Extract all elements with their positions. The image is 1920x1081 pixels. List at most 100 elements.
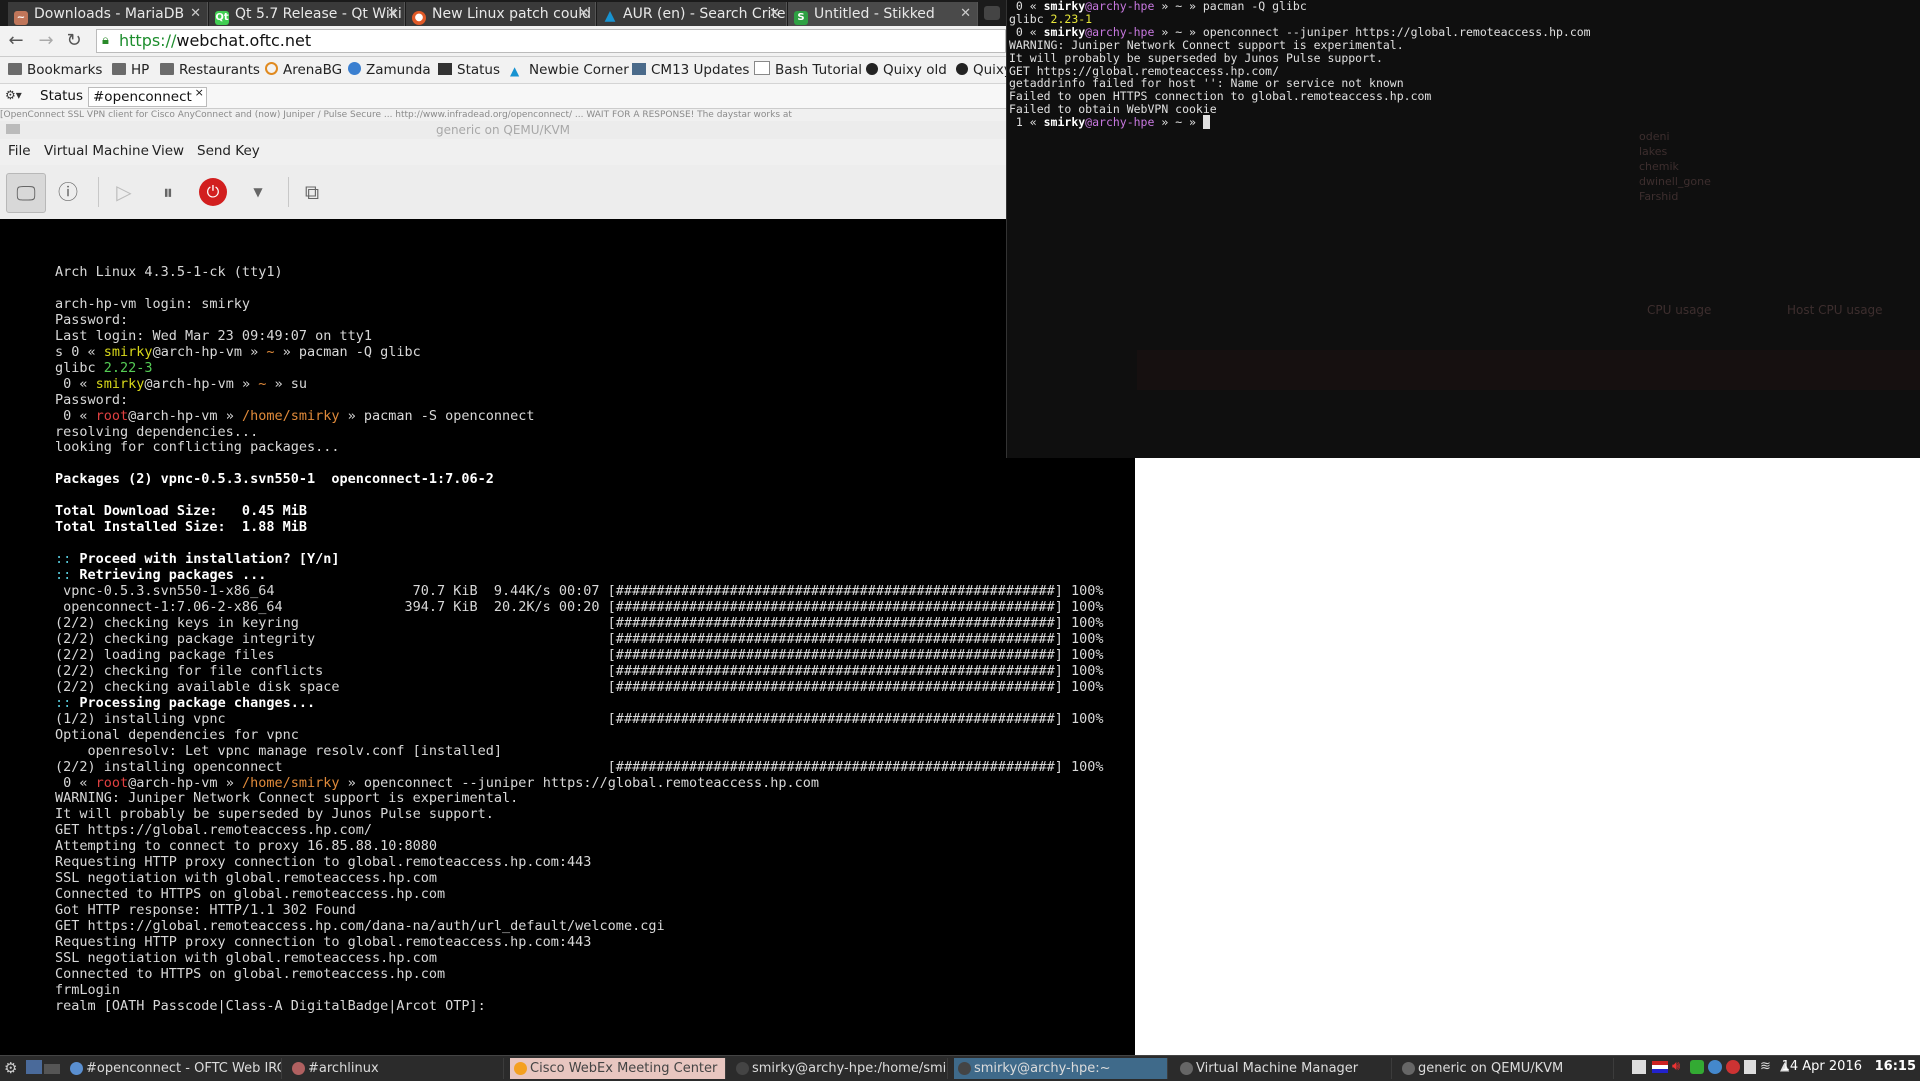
pause-icon: ⏸︎ (163, 180, 173, 204)
arch-icon: ▲ (510, 64, 520, 78)
power-icon: ⏻ (206, 182, 220, 201)
address-bar[interactable]: 🔒︎ https://webchat.oftc.net (96, 29, 1006, 53)
taskbar-item[interactable]: smirky@archy-hpe:~ (954, 1058, 1168, 1079)
shutdown-button[interactable]: ⏻ (199, 178, 227, 206)
vm-window-title: generic on QEMU/KVM (0, 121, 1006, 139)
menu-view[interactable]: View (152, 143, 184, 159)
irc-menu-icon[interactable]: ⚙▾ (5, 88, 31, 104)
toolbar-separator (288, 177, 289, 207)
folder-icon (8, 63, 22, 75)
browser-tab-stikked[interactable]: S Untitled - Stikked ✕ (788, 2, 978, 26)
battery-icon[interactable] (1744, 1060, 1756, 1074)
arch-icon: ▲ (604, 8, 616, 24)
taskbar-item[interactable]: #openconnect - OFTC Web IRC (66, 1058, 282, 1079)
close-tab-icon[interactable]: ✕ (960, 2, 971, 26)
clipboard-icon[interactable] (1632, 1060, 1646, 1074)
mariadb-icon: ~ (14, 11, 28, 25)
close-tab-icon[interactable]: ✕ (769, 2, 780, 26)
fullscreen-button[interactable]: ⧉ (296, 176, 328, 208)
bookmark-quixy[interactable]: Quixy (956, 61, 1006, 79)
ghost-text: odeni (1639, 130, 1670, 143)
workspace-icon[interactable] (44, 1064, 60, 1074)
folder-icon (112, 63, 126, 75)
taskbar-item[interactable]: Virtual Machine Manager (1176, 1058, 1392, 1079)
bookmark-folder-hp[interactable]: HP (112, 61, 149, 79)
desktop-icon[interactable] (26, 1060, 42, 1074)
vm-toolbar: 🖵︎ ⓘ ▷ ⏸︎ ⏻ ▼ ⧉ (0, 165, 1006, 220)
irc-tab-openconnect[interactable]: #openconnect × (88, 84, 207, 107)
browser-tab-linux-patch[interactable]: ● New Linux patch could ✕ (406, 2, 596, 26)
bookmark-newbie-corner[interactable]: ▲ Newbie Corner (510, 61, 629, 79)
page-icon (754, 61, 770, 75)
app-icon (958, 1062, 971, 1075)
console-view-button[interactable]: 🖵︎ (6, 173, 46, 213)
forward-button[interactable]: → (36, 31, 56, 51)
wifi-icon[interactable]: ≋ (1760, 1059, 1771, 1074)
close-tab-icon[interactable]: ✕ (387, 2, 398, 26)
browser-tab-mariadb[interactable]: ~ Downloads - MariaDB ✕ (8, 2, 208, 26)
ghost-text: Host CPU usage (1787, 303, 1883, 317)
cm-icon (632, 63, 646, 75)
keyboard-layout-icon[interactable] (1652, 1061, 1668, 1073)
menu-file[interactable]: File (8, 143, 31, 159)
taskbar-item[interactable]: smirky@archy-hpe:/home/smirky (732, 1058, 948, 1079)
bookmark-quixy-old[interactable]: Quixy old (866, 61, 947, 79)
run-button[interactable]: ▷ (108, 176, 140, 208)
bookmark-status[interactable]: Status (438, 61, 500, 79)
browser-tab-qt[interactable]: Qt Qt 5.7 Release - Qt Wiki ✕ (209, 2, 405, 26)
zamunda-icon (348, 62, 361, 75)
new-tab-button[interactable] (984, 6, 1000, 20)
chevron-down-icon: ▼ (253, 185, 263, 199)
monitor-icon: 🖵︎ (16, 181, 36, 205)
network-icon[interactable] (1708, 1060, 1722, 1074)
browser-nav-bar: ← → ↻ 🔒︎ https://webchat.oftc.net (0, 26, 1006, 57)
app-icon (70, 1062, 83, 1075)
taskbar: ⚙ #openconnect - OFTC Web IRC #archlinux C… (0, 1055, 1920, 1081)
close-tab-icon[interactable]: ✕ (190, 2, 201, 26)
status-icon[interactable] (1726, 1060, 1740, 1074)
back-button[interactable]: ← (6, 31, 26, 51)
quixy-icon (956, 63, 968, 75)
ghost-text: lakes (1639, 145, 1668, 158)
app-icon (736, 1062, 749, 1075)
app-icon (1402, 1062, 1415, 1075)
close-tab-icon[interactable]: ✕ (578, 2, 589, 26)
volume-icon[interactable]: 🔊︎ (1672, 1059, 1680, 1074)
menu-virtual-machine[interactable]: Virtual Machine (44, 143, 149, 159)
bookmark-arenabg[interactable]: ArenaBG (265, 61, 342, 79)
shutdown-menu-button[interactable]: ▼ (242, 176, 274, 208)
taskbar-date[interactable]: 14 Apr 2016 (1782, 1059, 1862, 1074)
app-menu-icon[interactable]: ⚙ (4, 1059, 20, 1077)
chat-icon[interactable] (1690, 1060, 1704, 1074)
menu-send-key[interactable]: Send Key (197, 143, 260, 159)
taskbar-item-label: smirky@archy-hpe:/home/smirky (752, 1061, 948, 1076)
quixy-icon (866, 63, 878, 75)
app-icon (1180, 1062, 1193, 1075)
news-icon: ● (412, 11, 426, 25)
vm-console[interactable]: Arch Linux 4.3.5-1-ck (tty1) arch-hp-vm … (0, 219, 1135, 1055)
bookmark-cm13-updates[interactable]: CM13 Updates (632, 61, 749, 79)
details-view-button[interactable]: ⓘ (52, 176, 84, 208)
pause-button[interactable]: ⏸︎ (152, 176, 184, 208)
reload-button[interactable]: ↻ (64, 31, 84, 51)
bookmark-folder-restaurants[interactable]: Restaurants (160, 61, 260, 79)
taskbar-item-label: #archlinux (308, 1061, 379, 1076)
arrow-left-icon: ← (8, 30, 24, 51)
qt-icon: Qt (215, 11, 229, 25)
taskbar-item[interactable]: Cisco WebEx Meeting Center (510, 1058, 726, 1079)
close-icon[interactable]: × (195, 84, 204, 102)
ghost-panel (1137, 350, 1920, 390)
taskbar-clock[interactable]: 16:15 (1875, 1059, 1916, 1074)
taskbar-item[interactable]: generic on QEMU/KVM (1398, 1058, 1614, 1079)
status-icon (438, 63, 452, 75)
taskbar-item[interactable]: #archlinux (288, 1058, 504, 1079)
ghost-text: CPU usage (1647, 303, 1712, 317)
bookmark-folder-bookmarks[interactable]: Bookmarks (8, 61, 102, 79)
browser-tab-aur[interactable]: ▲ AUR (en) - Search Criter ✕ (597, 2, 787, 26)
irc-window-bar: ⚙▾ Status #openconnect × (0, 84, 1006, 109)
reload-icon: ↻ (66, 30, 82, 51)
bookmark-bash-tutorial[interactable]: Bash Tutorial (754, 61, 862, 79)
terminal-window[interactable]: 0 « smirky@archy-hpe » ~ » pacman -Q gli… (1006, 0, 1920, 458)
bookmark-zamunda[interactable]: Zamunda (348, 61, 431, 79)
irc-tab-status[interactable]: Status (36, 87, 87, 105)
